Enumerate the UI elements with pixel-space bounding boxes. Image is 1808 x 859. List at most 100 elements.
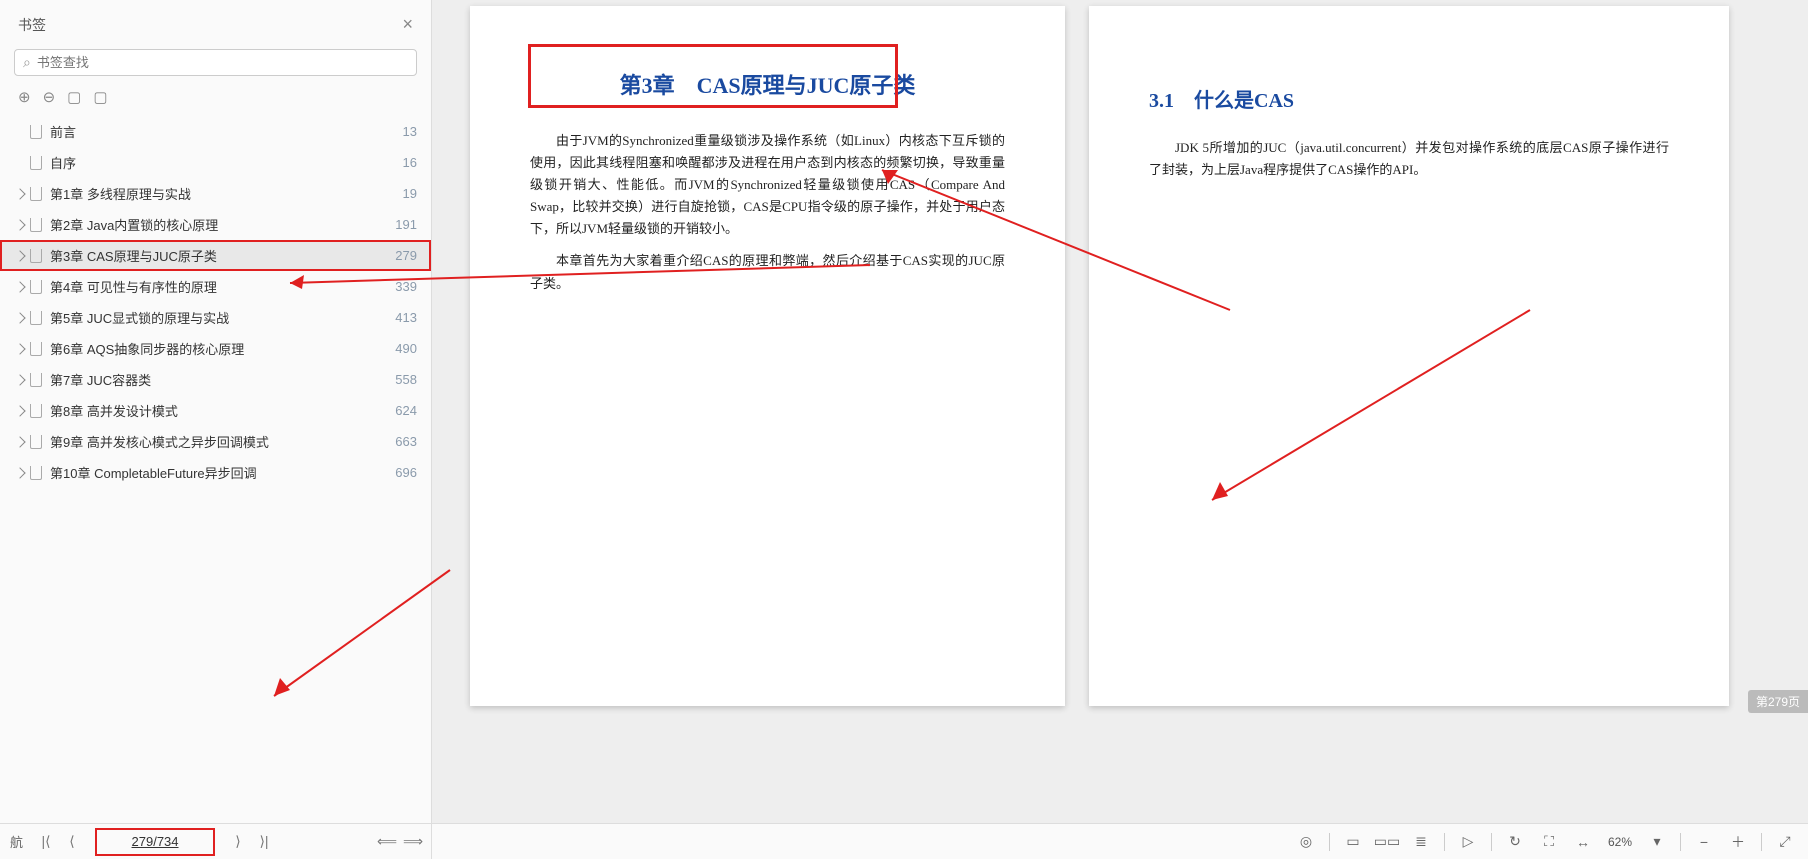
bookmark-item[interactable]: 第4章 可见性与有序性的原理339 <box>0 271 431 302</box>
paragraph: 由于JVM的Synchronized重量级锁涉及操作系统（如Linux）内核态下… <box>530 130 1005 240</box>
page-number-box[interactable]: 279/734 <box>95 828 215 856</box>
bookmark-item[interactable]: 第10章 CompletableFuture异步回调 696 <box>0 457 431 488</box>
bookmarks-sidebar: 书签 × ⌕ ⊕ ⊖ ▢ ▢ 前言 13 自序 16 第1章 多线程原理与实战 19 第2章… <box>0 0 432 859</box>
bookmark-label: 第2章 Java内置锁的核心原理 <box>50 215 387 234</box>
bookmark-item[interactable]: 第3章 CAS原理与JUC原子类 279 <box>0 240 431 271</box>
expand-arrow-icon[interactable] <box>14 250 25 261</box>
prev-page-button[interactable]: ⟨ <box>63 833 81 850</box>
bookmark-label: 前言 <box>50 122 395 141</box>
bookmark-ribbon2-icon[interactable]: ▢ <box>93 88 107 106</box>
read-aloud-icon[interactable]: ▷ <box>1455 831 1481 853</box>
expand-arrow-icon[interactable] <box>14 405 25 416</box>
document-viewport[interactable]: 第3章 CAS原理与JUC原子类 由于JVM的Synchronized重量级锁涉… <box>432 0 1808 859</box>
fit-page-icon[interactable]: ⛶ <box>1536 831 1562 853</box>
first-page-button[interactable]: |⟨ <box>37 833 55 850</box>
bookmark-icon <box>30 218 42 232</box>
bookmark-page: 413 <box>395 310 417 325</box>
two-page-icon[interactable]: ▭▭ <box>1374 831 1400 853</box>
continuous-icon[interactable]: ≣ <box>1408 831 1434 853</box>
bookmark-icon <box>30 249 42 263</box>
search-icon: ⌕ <box>23 54 31 71</box>
bookmark-label: 第9章 高并发核心模式之异步回调模式 <box>50 432 387 451</box>
bookmark-toolbar: ⊕ ⊖ ▢ ▢ <box>0 84 431 116</box>
bookmark-page: 490 <box>395 341 417 356</box>
bookmark-page: 19 <box>403 186 417 201</box>
expand-arrow-icon[interactable] <box>14 374 25 385</box>
bookmark-label: 第1章 多线程原理与实战 <box>50 184 395 203</box>
next-page-button[interactable]: ⟩ <box>229 833 247 850</box>
bookmark-icon <box>30 280 42 294</box>
expand-arrow-icon[interactable] <box>14 281 25 292</box>
bookmark-icon <box>30 187 42 201</box>
close-icon[interactable]: × <box>402 14 413 35</box>
view-mode-icon[interactable]: ◎ <box>1293 831 1319 853</box>
section-title: 3.1 什么是CAS <box>1149 84 1669 113</box>
expand-arrow-icon[interactable] <box>14 343 25 354</box>
add-bookmark-icon[interactable]: ⊕ <box>18 88 31 106</box>
page-nav-bar: 航 |⟨ ⟨ 279/734 ⟩ ⟩| ⟸ ⟹ <box>0 823 431 859</box>
page-indicator-tab: 第279页 <box>1748 690 1808 713</box>
bookmark-icon <box>30 311 42 325</box>
bookmark-item[interactable]: 第9章 高并发核心模式之异步回调模式 663 <box>0 426 431 457</box>
single-page-icon[interactable]: ▭ <box>1340 831 1366 853</box>
expand-arrow-icon[interactable] <box>14 219 25 230</box>
bookmark-page: 13 <box>403 124 417 139</box>
bookmark-item[interactable]: 自序 16 <box>0 147 431 178</box>
expand-arrow-icon[interactable] <box>14 312 25 323</box>
bookmark-label: 第7章 JUC容器类 <box>50 370 387 389</box>
bookmark-label: 第3章 CAS原理与JUC原子类 <box>50 246 387 265</box>
bookmark-page: 16 <box>403 155 417 170</box>
rotate-icon[interactable]: ↻ <box>1502 831 1528 853</box>
expand-arrow-icon[interactable] <box>14 467 25 478</box>
expand-arrow-icon[interactable] <box>14 188 25 199</box>
bookmark-item[interactable]: 第6章 AQS抽象同步器的核心原理 490 <box>0 333 431 364</box>
bookmark-list: 前言 13 自序 16 第1章 多线程原理与实战 19 第2章 Java内置锁的核心原理19… <box>0 116 431 859</box>
zoom-out-icon[interactable]: − <box>1691 831 1717 853</box>
bookmark-ribbon-icon[interactable]: ▢ <box>67 88 81 106</box>
paragraph: JDK 5所增加的JUC（java.util.concurrent）并发包对操作… <box>1149 137 1669 181</box>
bookmark-search[interactable]: ⌕ <box>14 49 417 76</box>
bookmark-label: 第6章 AQS抽象同步器的核心原理 <box>50 339 387 358</box>
page-left: 第3章 CAS原理与JUC原子类 由于JVM的Synchronized重量级锁涉… <box>470 6 1065 706</box>
bookmark-label: 第8章 高并发设计模式 <box>50 401 387 420</box>
search-input[interactable] <box>37 55 408 70</box>
zoom-dropdown-icon[interactable]: ▾ <box>1644 831 1670 853</box>
fit-width-icon[interactable]: ↔ <box>1570 831 1596 853</box>
bookmark-label: 第4章 可见性与有序性的原理 <box>50 277 387 296</box>
page-number-display: 279/734 <box>132 834 179 849</box>
page-right: 3.1 什么是CAS JDK 5所增加的JUC（java.util.concur… <box>1089 6 1729 706</box>
bookmark-item[interactable]: 第8章 高并发设计模式 624 <box>0 395 431 426</box>
bookmark-icon <box>30 435 42 449</box>
sidebar-title: 书签 <box>18 15 46 35</box>
bookmark-page: 624 <box>395 403 417 418</box>
bookmark-label: 第10章 CompletableFuture异步回调 <box>50 463 387 482</box>
bookmark-icon <box>30 404 42 418</box>
bookmark-item[interactable]: 第1章 多线程原理与实战 19 <box>0 178 431 209</box>
zoom-level: 62% <box>1608 835 1632 849</box>
bookmark-item[interactable]: 第5章 JUC显式锁的原理与实战 413 <box>0 302 431 333</box>
viewer-toolbar: ◎ ▭ ▭▭ ≣ ▷ ↻ ⛶ ↔ 62% ▾ − ＋ ⤢ <box>432 823 1808 859</box>
paragraph: 本章首先为大家着重介绍CAS的原理和弊端，然后介绍基于CAS实现的JUC原子类。 <box>530 250 1005 294</box>
bookmark-label: 第5章 JUC显式锁的原理与实战 <box>50 308 387 327</box>
fullscreen-icon[interactable]: ⤢ <box>1772 831 1798 853</box>
bookmark-icon <box>30 373 42 387</box>
bookmark-icon <box>30 125 42 139</box>
bookmark-page: 558 <box>395 372 417 387</box>
bookmark-page: 663 <box>395 434 417 449</box>
zoom-in-icon[interactable]: ＋ <box>1725 831 1751 853</box>
remove-bookmark-icon[interactable]: ⊖ <box>43 88 56 106</box>
bookmark-icon <box>30 466 42 480</box>
bookmark-item[interactable]: 第2章 Java内置锁的核心原理191 <box>0 209 431 240</box>
nav-forward-button[interactable]: ⟹ <box>403 833 421 850</box>
bookmark-label: 自序 <box>50 153 395 172</box>
bookmark-item[interactable]: 第7章 JUC容器类 558 <box>0 364 431 395</box>
annotation-box-title <box>528 44 898 108</box>
bookmark-page: 696 <box>395 465 417 480</box>
bookmark-icon <box>30 342 42 356</box>
bookmark-page: 279 <box>395 248 417 263</box>
bookmark-icon <box>30 156 42 170</box>
nav-back-button[interactable]: ⟸ <box>377 833 395 850</box>
last-page-button[interactable]: ⟩| <box>255 833 273 850</box>
bookmark-item[interactable]: 前言 13 <box>0 116 431 147</box>
expand-arrow-icon[interactable] <box>14 436 25 447</box>
